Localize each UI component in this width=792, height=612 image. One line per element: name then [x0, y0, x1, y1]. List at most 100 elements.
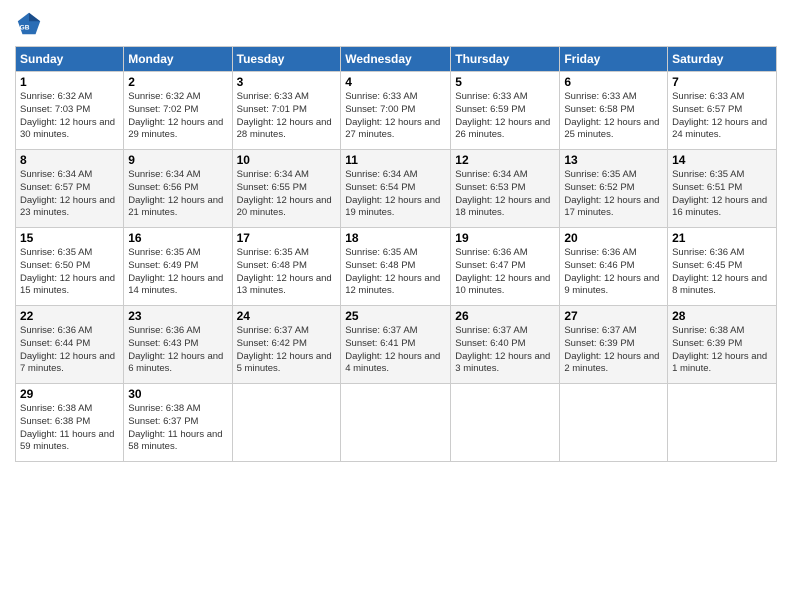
calendar-cell: 22 Sunrise: 6:36 AMSunset: 6:44 PMDayligh… — [16, 306, 124, 384]
day-info: Sunrise: 6:35 AMSunset: 6:48 PMDaylight:… — [345, 247, 446, 298]
day-info: Sunrise: 6:38 AMSunset: 6:38 PMDaylight:… — [20, 403, 119, 454]
day-number: 16 — [128, 231, 227, 245]
day-info: Sunrise: 6:34 AMSunset: 6:57 PMDaylight:… — [20, 169, 119, 220]
calendar-cell: 14 Sunrise: 6:35 AMSunset: 6:51 PMDayligh… — [668, 150, 777, 228]
col-header-monday: Monday — [124, 47, 232, 72]
day-number: 3 — [237, 75, 337, 89]
day-info: Sunrise: 6:33 AMSunset: 7:00 PMDaylight:… — [345, 91, 446, 142]
page-container: GB SundayMondayTuesdayWednesdayThursdayF… — [0, 0, 792, 472]
calendar-cell: 11 Sunrise: 6:34 AMSunset: 6:54 PMDayligh… — [341, 150, 451, 228]
calendar-cell: 25 Sunrise: 6:37 AMSunset: 6:41 PMDayligh… — [341, 306, 451, 384]
col-header-thursday: Thursday — [451, 47, 560, 72]
day-number: 19 — [455, 231, 555, 245]
calendar-week-1: 1 Sunrise: 6:32 AMSunset: 7:03 PMDaylight… — [16, 72, 777, 150]
calendar-cell: 6 Sunrise: 6:33 AMSunset: 6:58 PMDaylight… — [560, 72, 668, 150]
calendar-cell: 12 Sunrise: 6:34 AMSunset: 6:53 PMDayligh… — [451, 150, 560, 228]
col-header-sunday: Sunday — [16, 47, 124, 72]
day-number: 18 — [345, 231, 446, 245]
day-number: 20 — [564, 231, 663, 245]
calendar-cell: 17Sunrise: 6:35 AMSunset: 6:48 PMDayligh… — [232, 228, 341, 306]
day-info: Sunrise: 6:35 AMSunset: 6:51 PMDaylight:… — [672, 169, 772, 220]
day-number: 9 — [128, 153, 227, 167]
logo: GB — [15, 10, 47, 38]
calendar-cell — [560, 384, 668, 462]
calendar-cell: 19 Sunrise: 6:36 AMSunset: 6:47 PMDayligh… — [451, 228, 560, 306]
calendar-cell: 10Sunrise: 6:34 AMSunset: 6:55 PMDayligh… — [232, 150, 341, 228]
calendar-cell: 30 Sunrise: 6:38 AMSunset: 6:37 PMDayligh… — [124, 384, 232, 462]
day-number: 15 — [20, 231, 119, 245]
calendar-cell — [451, 384, 560, 462]
calendar-week-5: 29Sunrise: 6:38 AMSunset: 6:38 PMDayligh… — [16, 384, 777, 462]
calendar-cell — [341, 384, 451, 462]
header: GB — [15, 10, 777, 38]
day-info: Sunrise: 6:36 AMSunset: 6:47 PMDaylight:… — [455, 247, 555, 298]
day-info: Sunrise: 6:32 AMSunset: 7:03 PMDaylight:… — [20, 91, 119, 142]
day-info: Sunrise: 6:37 AMSunset: 6:40 PMDaylight:… — [455, 325, 555, 376]
day-number: 11 — [345, 153, 446, 167]
calendar-cell: 2 Sunrise: 6:32 AMSunset: 7:02 PMDaylight… — [124, 72, 232, 150]
day-info: Sunrise: 6:38 AMSunset: 6:39 PMDaylight:… — [672, 325, 772, 376]
calendar-cell: 20 Sunrise: 6:36 AMSunset: 6:46 PMDayligh… — [560, 228, 668, 306]
col-header-friday: Friday — [560, 47, 668, 72]
calendar-cell: 26Sunrise: 6:37 AMSunset: 6:40 PMDayligh… — [451, 306, 560, 384]
day-info: Sunrise: 6:36 AMSunset: 6:44 PMDaylight:… — [20, 325, 119, 376]
day-number: 21 — [672, 231, 772, 245]
calendar-cell: 3Sunrise: 6:33 AMSunset: 7:01 PMDaylight… — [232, 72, 341, 150]
day-number: 2 — [128, 75, 227, 89]
day-info: Sunrise: 6:34 AMSunset: 6:54 PMDaylight:… — [345, 169, 446, 220]
day-info: Sunrise: 6:37 AMSunset: 6:41 PMDaylight:… — [345, 325, 446, 376]
calendar-week-4: 22 Sunrise: 6:36 AMSunset: 6:44 PMDayligh… — [16, 306, 777, 384]
calendar-week-2: 8 Sunrise: 6:34 AMSunset: 6:57 PMDaylight… — [16, 150, 777, 228]
day-info: Sunrise: 6:33 AMSunset: 6:59 PMDaylight:… — [455, 91, 555, 142]
day-number: 28 — [672, 309, 772, 323]
calendar-cell: 13 Sunrise: 6:35 AMSunset: 6:52 PMDayligh… — [560, 150, 668, 228]
day-info: Sunrise: 6:37 AMSunset: 6:39 PMDaylight:… — [564, 325, 663, 376]
calendar-cell — [668, 384, 777, 462]
calendar-cell: 18 Sunrise: 6:35 AMSunset: 6:48 PMDayligh… — [341, 228, 451, 306]
calendar-cell: 15 Sunrise: 6:35 AMSunset: 6:50 PMDayligh… — [16, 228, 124, 306]
day-info: Sunrise: 6:37 AMSunset: 6:42 PMDaylight:… — [237, 325, 337, 376]
calendar-header-row: SundayMondayTuesdayWednesdayThursdayFrid… — [16, 47, 777, 72]
day-number: 5 — [455, 75, 555, 89]
calendar-week-3: 15 Sunrise: 6:35 AMSunset: 6:50 PMDayligh… — [16, 228, 777, 306]
calendar-cell: 4 Sunrise: 6:33 AMSunset: 7:00 PMDaylight… — [341, 72, 451, 150]
day-number: 24 — [237, 309, 337, 323]
day-number: 23 — [128, 309, 227, 323]
day-number: 6 — [564, 75, 663, 89]
day-number: 14 — [672, 153, 772, 167]
calendar-cell: 9 Sunrise: 6:34 AMSunset: 6:56 PMDaylight… — [124, 150, 232, 228]
day-info: Sunrise: 6:33 AMSunset: 6:58 PMDaylight:… — [564, 91, 663, 142]
day-info: Sunrise: 6:36 AMSunset: 6:46 PMDaylight:… — [564, 247, 663, 298]
day-number: 4 — [345, 75, 446, 89]
day-number: 25 — [345, 309, 446, 323]
calendar-cell: 27 Sunrise: 6:37 AMSunset: 6:39 PMDayligh… — [560, 306, 668, 384]
day-info: Sunrise: 6:35 AMSunset: 6:50 PMDaylight:… — [20, 247, 119, 298]
day-number: 17 — [237, 231, 337, 245]
day-number: 8 — [20, 153, 119, 167]
day-info: Sunrise: 6:38 AMSunset: 6:37 PMDaylight:… — [128, 403, 227, 454]
calendar-table: SundayMondayTuesdayWednesdayThursdayFrid… — [15, 46, 777, 462]
day-info: Sunrise: 6:35 AMSunset: 6:52 PMDaylight:… — [564, 169, 663, 220]
col-header-wednesday: Wednesday — [341, 47, 451, 72]
day-number: 10 — [237, 153, 337, 167]
calendar-cell: 28 Sunrise: 6:38 AMSunset: 6:39 PMDayligh… — [668, 306, 777, 384]
day-number: 27 — [564, 309, 663, 323]
svg-text:GB: GB — [20, 25, 30, 32]
calendar-cell: 7 Sunrise: 6:33 AMSunset: 6:57 PMDaylight… — [668, 72, 777, 150]
day-number: 30 — [128, 387, 227, 401]
day-number: 22 — [20, 309, 119, 323]
logo-icon: GB — [15, 10, 43, 38]
calendar-cell: 24 Sunrise: 6:37 AMSunset: 6:42 PMDayligh… — [232, 306, 341, 384]
day-info: Sunrise: 6:36 AMSunset: 6:43 PMDaylight:… — [128, 325, 227, 376]
calendar-cell: 5 Sunrise: 6:33 AMSunset: 6:59 PMDaylight… — [451, 72, 560, 150]
day-info: Sunrise: 6:33 AMSunset: 6:57 PMDaylight:… — [672, 91, 772, 142]
day-info: Sunrise: 6:34 AMSunset: 6:53 PMDaylight:… — [455, 169, 555, 220]
day-info: Sunrise: 6:34 AMSunset: 6:56 PMDaylight:… — [128, 169, 227, 220]
day-info: Sunrise: 6:32 AMSunset: 7:02 PMDaylight:… — [128, 91, 227, 142]
day-number: 7 — [672, 75, 772, 89]
day-number: 1 — [20, 75, 119, 89]
calendar-cell: 1 Sunrise: 6:32 AMSunset: 7:03 PMDaylight… — [16, 72, 124, 150]
col-header-saturday: Saturday — [668, 47, 777, 72]
day-number: 13 — [564, 153, 663, 167]
day-number: 12 — [455, 153, 555, 167]
